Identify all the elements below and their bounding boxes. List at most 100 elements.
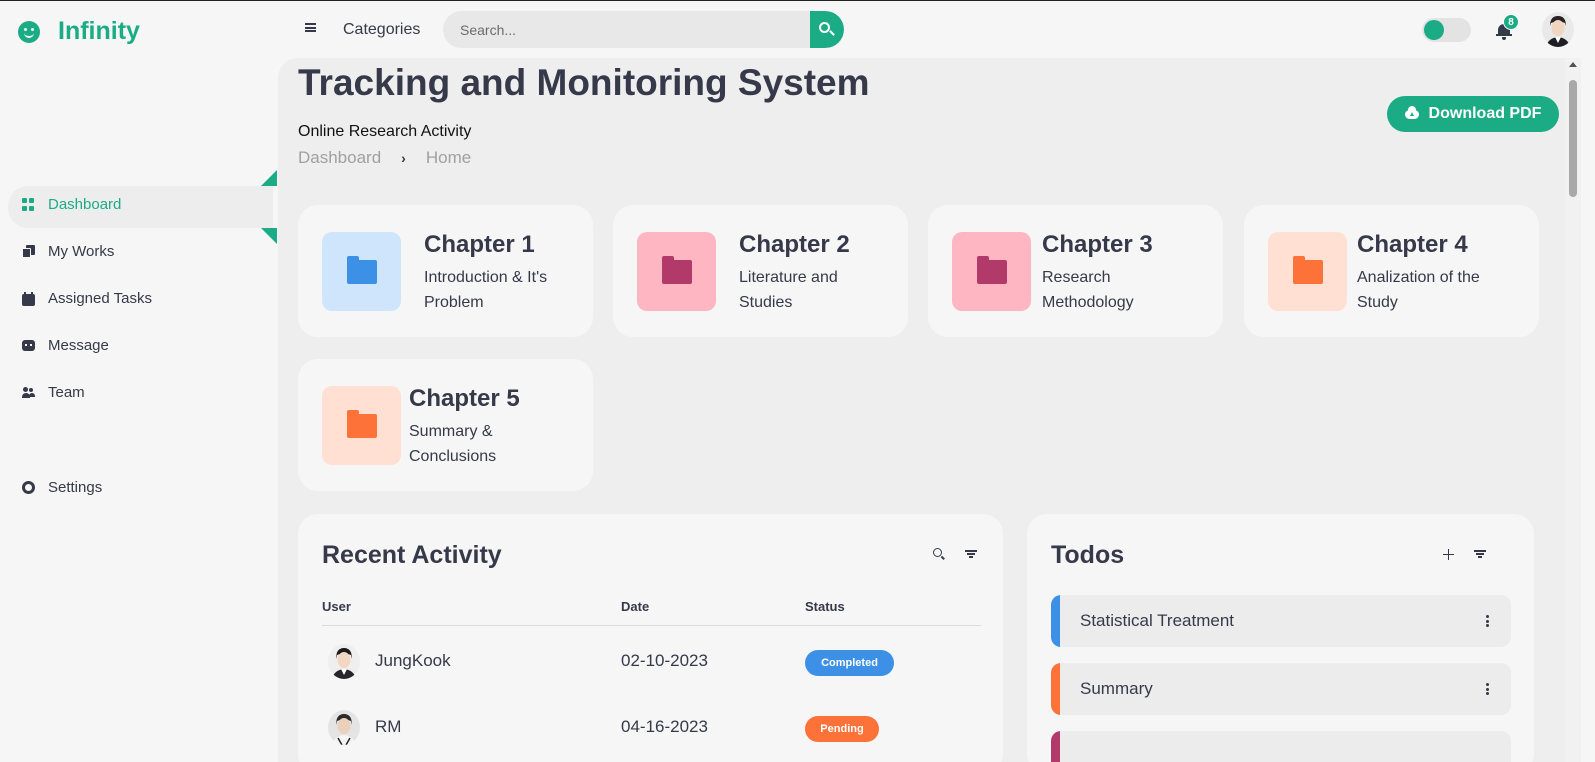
todo-item[interactable] (1051, 731, 1511, 762)
categories-link[interactable]: Categories (343, 21, 420, 39)
team-icon (22, 386, 35, 399)
row-date: 02-10-2023 (621, 651, 708, 670)
download-pdf-label: Download PDF (1428, 105, 1542, 122)
sidebar-item-message[interactable]: Message (22, 337, 109, 354)
folder-icon (1293, 256, 1323, 284)
folder-icon (347, 256, 377, 284)
chapter-description: Literature and Studies (739, 269, 838, 311)
copy-icon (22, 245, 35, 258)
search-input[interactable] (443, 11, 810, 48)
row-user-name: RM (375, 717, 402, 736)
table-divider (322, 625, 981, 626)
page-subtitle: Online Research Activity (298, 123, 472, 140)
avatar (328, 644, 360, 679)
sidebar-item-label: Message (48, 337, 109, 354)
theme-toggle-knob (1424, 20, 1444, 40)
row-date: 04-16-2023 (621, 717, 708, 736)
sidebar-item-dashboard[interactable]: Dashboard (22, 196, 121, 213)
todos-panel: Todos Statistical Treatment Summary (1027, 514, 1534, 762)
chapter-card[interactable]: Chapter 3 Research Methodology (928, 205, 1223, 337)
sidebar-item-label: My Works (48, 243, 115, 260)
brand-name: Infinity (58, 17, 140, 45)
sidebar-item-assigned-tasks[interactable]: Assigned Tasks (22, 290, 152, 307)
sidebar-item-my-works[interactable]: My Works (22, 243, 114, 260)
filter-icon[interactable] (965, 550, 977, 558)
gear-icon (20, 477, 35, 498)
folder-icon (977, 256, 1007, 284)
todo-item[interactable]: Statistical Treatment (1051, 595, 1511, 647)
folder-icon (347, 410, 377, 438)
breadcrumb: Dashboard › Home (298, 148, 471, 168)
todo-color-bar (1051, 663, 1060, 715)
cloud-download-icon (1404, 105, 1419, 119)
todo-color-bar (1051, 595, 1060, 647)
search-button[interactable] (810, 11, 844, 48)
chapter-card[interactable]: Chapter 1 Introduction & It's Problem (298, 205, 593, 337)
breadcrumb-dashboard[interactable]: Dashboard (298, 148, 381, 168)
chapter-title: Chapter 2 (739, 231, 850, 258)
chapter-description: Introduction & It's Problem (424, 269, 548, 311)
main-content: Tracking and Monitoring System Online Re… (278, 58, 1565, 762)
column-header-date[interactable]: Date (621, 599, 649, 614)
smile-icon (18, 20, 40, 43)
search-icon[interactable] (933, 548, 946, 561)
chapter-icon-box (322, 232, 401, 311)
chapter-icon-box (952, 232, 1031, 311)
column-header-status[interactable]: Status (805, 599, 845, 614)
profile-avatar[interactable] (1542, 12, 1574, 47)
more-vertical-icon[interactable] (1486, 615, 1489, 627)
todo-item[interactable]: Summary (1051, 663, 1511, 715)
chapter-icon-box (637, 232, 716, 311)
more-vertical-icon[interactable] (1486, 683, 1489, 695)
chapter-title: Chapter 3 (1042, 231, 1153, 258)
download-pdf-button[interactable]: Download PDF (1387, 96, 1559, 132)
sidebar: Dashboard My Works Assigned Tasks Messag… (0, 58, 278, 762)
theme-toggle[interactable] (1422, 18, 1471, 42)
recent-activity-panel: Recent Activity User Date Status JungKoo… (298, 514, 1003, 762)
todo-label: Statistical Treatment (1080, 611, 1235, 630)
sidebar-item-settings[interactable]: Settings (20, 477, 103, 498)
chapter-description: Analization of the Study (1357, 269, 1480, 311)
chevron-right-icon: › (401, 150, 406, 166)
sidebar-item-label: Dashboard (48, 196, 122, 213)
brand-logo[interactable]: Infinity (18, 17, 140, 46)
menu-icon[interactable] (305, 23, 316, 32)
avatar (328, 710, 360, 745)
message-icon (22, 340, 35, 351)
folder-icon (662, 256, 692, 284)
scrollbar-thumb[interactable] (1569, 80, 1577, 197)
top-navbar: Infinity Categories 8 (0, 0, 1595, 58)
status-badge: Pending (805, 716, 879, 742)
recent-activity-title: Recent Activity (322, 541, 502, 569)
sidebar-item-label: Assigned Tasks (48, 290, 152, 307)
notification-count-badge: 8 (1503, 14, 1519, 30)
chapter-title: Chapter 4 (1357, 231, 1468, 258)
chapter-card[interactable]: Chapter 4 Analization of the Study (1244, 205, 1539, 337)
sidebar-item-label: Team (48, 384, 85, 401)
chapter-icon-box (1268, 232, 1347, 311)
chapter-card[interactable]: Chapter 2 Literature and Studies (613, 205, 908, 337)
filter-icon[interactable] (1474, 550, 1486, 558)
chapter-title: Chapter 1 (424, 231, 535, 258)
todos-title: Todos (1051, 541, 1125, 569)
status-badge: Completed (805, 650, 894, 676)
chapter-card[interactable]: Chapter 5 Summary & Conclusions (298, 359, 593, 491)
page-title: Tracking and Monitoring System (298, 62, 870, 103)
sidebar-item-team[interactable]: Team (22, 384, 85, 401)
chapter-icon-box (322, 386, 401, 465)
row-user-name: JungKook (375, 651, 451, 670)
page-scrollbar[interactable] (1565, 58, 1581, 762)
chapter-description: Research Methodology (1042, 269, 1134, 311)
todo-color-bar (1051, 731, 1060, 762)
scroll-up-arrow-icon[interactable] (1569, 62, 1577, 67)
chapter-description: Summary & Conclusions (409, 423, 497, 465)
dashboard-icon (22, 198, 35, 211)
breadcrumb-home[interactable]: Home (426, 148, 471, 168)
sidebar-item-label: Settings (48, 479, 103, 496)
todo-label: Summary (1080, 679, 1153, 698)
plus-icon[interactable] (1443, 549, 1454, 560)
chapter-title: Chapter 5 (409, 385, 520, 412)
calendar-icon (22, 291, 35, 306)
search-form (443, 11, 844, 48)
column-header-user[interactable]: User (322, 599, 351, 614)
